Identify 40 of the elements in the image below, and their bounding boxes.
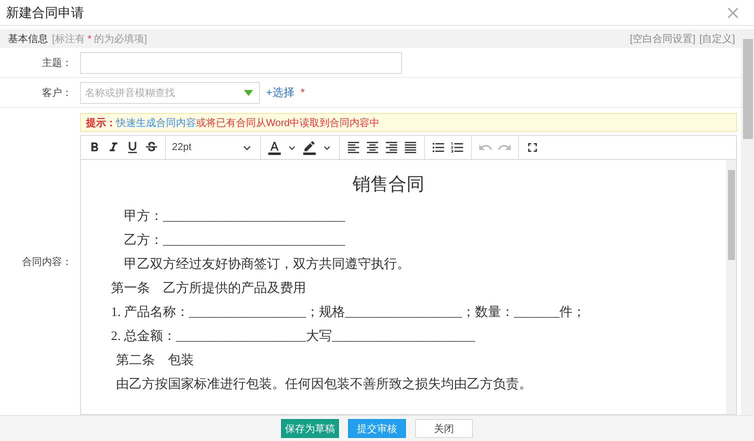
highlighter-icon[interactable] — [302, 140, 317, 155]
section-title: 基本信息 — [8, 32, 48, 46]
numbered-list-icon[interactable] — [450, 140, 465, 155]
scrollbar[interactable] — [741, 29, 754, 415]
submit-button[interactable]: 提交审核 — [348, 419, 406, 438]
document-paragraph: 由乙方按国家标准进行包装。任何因包装不善所致之损失均由乙方负责。 — [115, 375, 533, 393]
customer-select[interactable]: 名称或拼音模糊查找 — [80, 82, 260, 104]
window-title: 新建合同申请 — [6, 4, 84, 22]
align-right-icon[interactable] — [384, 140, 399, 155]
document-title: 销售合同 — [352, 173, 426, 196]
align-center-icon[interactable] — [365, 140, 380, 155]
underline-icon[interactable] — [125, 140, 140, 155]
field-label: 主题： — [41, 56, 73, 70]
scrollbar[interactable] — [726, 160, 736, 414]
choose-link[interactable]: +选择 — [266, 85, 294, 100]
field-label: 合同内容： — [21, 256, 73, 268]
align-justify-icon[interactable] — [403, 140, 418, 155]
document-paragraph: 1. 产品名称：__________________；规格__________________；数量：_______件； — [111, 303, 586, 321]
save-draft-button[interactable]: 保存为草稿 — [281, 419, 339, 438]
header-link[interactable]: [自定义] — [699, 32, 735, 46]
document-paragraph: 第二条 包装 — [115, 351, 195, 369]
document-paragraph: 甲乙双方经过友好协商签订，双方共同遵守执行。 — [123, 255, 411, 273]
document-paragraph: 乙方：____________________________ — [123, 231, 346, 249]
generate-link[interactable]: 快速生成合同内容 — [116, 118, 196, 128]
align-left-icon[interactable] — [346, 140, 361, 155]
document-paragraph: 2. 总金额：____________________大写______________________ — [111, 327, 476, 345]
close-button[interactable]: 关闭 — [415, 419, 473, 438]
required-note: [标注有 * 的为必填项] — [52, 32, 148, 46]
font-size-dropdown[interactable]: 22pt — [172, 140, 254, 154]
dropdown-icon — [244, 90, 253, 96]
fullscreen-icon[interactable] — [525, 140, 540, 155]
header-link[interactable]: [空白合同设置] — [630, 32, 696, 46]
field-label: 客户： — [41, 86, 73, 100]
tip-text: 提示：快速生成合同内容或将已有合同从Word中读取到合同内容中 — [86, 116, 380, 130]
subject-input[interactable] — [80, 52, 402, 74]
required-mark: * — [300, 86, 305, 98]
font-color-icon[interactable] — [267, 140, 282, 155]
document-paragraph: 第一条 乙方所提供的产品及费用 — [111, 279, 307, 297]
document-paragraph: 甲方：____________________________ — [123, 207, 346, 225]
bulleted-list-icon[interactable] — [431, 140, 446, 155]
